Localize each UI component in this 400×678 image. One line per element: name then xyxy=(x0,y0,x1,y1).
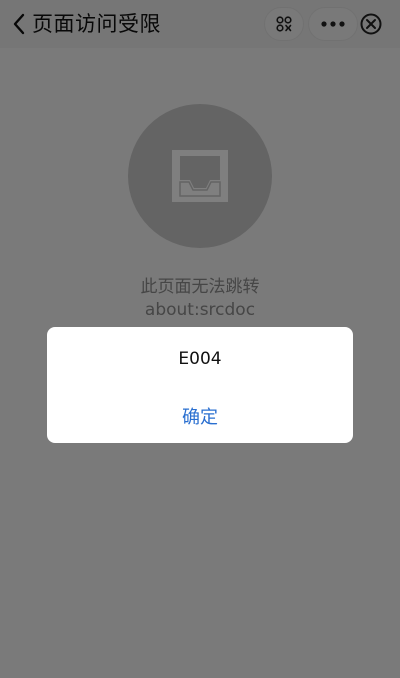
dialog-message: E004 xyxy=(178,349,222,369)
error-dialog: E004 确定 xyxy=(47,327,353,443)
confirm-button[interactable]: 确定 xyxy=(47,401,353,435)
